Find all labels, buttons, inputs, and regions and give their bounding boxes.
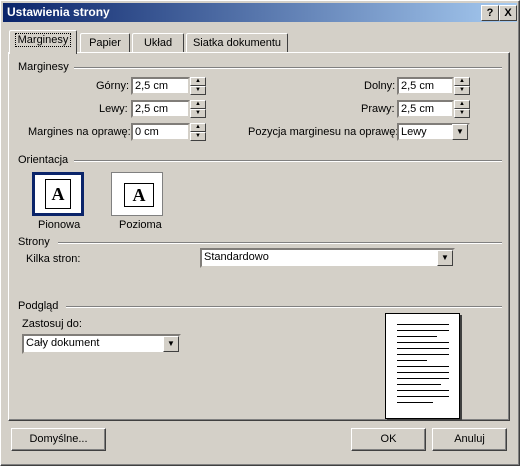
gutter-spinner[interactable]: ▲ ▼	[190, 123, 206, 141]
tab-layout[interactable]: Układ	[132, 33, 184, 53]
orientation-group-line	[74, 160, 502, 162]
portrait-label: Pionowa	[38, 219, 81, 231]
pages-group-line	[58, 242, 502, 244]
help-button[interactable]: ?	[481, 5, 499, 21]
tab-document-grid[interactable]: Siatka dokumentu	[186, 33, 288, 53]
landscape-label: Pozioma	[119, 219, 162, 231]
bottom-margin-spinner[interactable]: ▲ ▼	[454, 77, 470, 95]
gutter-input[interactable]: 0 cm	[131, 123, 190, 141]
close-button[interactable]: X	[499, 5, 517, 21]
top-margin-label: Górny:	[96, 80, 130, 92]
right-margin-label: Prawy:	[361, 103, 395, 115]
preview-group-line	[66, 306, 502, 308]
pages-group-label: Strony	[18, 236, 54, 248]
tab-paper[interactable]: Papier	[80, 33, 130, 53]
gutter-position-value: Lewy	[401, 126, 427, 138]
left-margin-label: Lewy:	[99, 103, 128, 115]
margins-group-label: Marginesy	[18, 61, 73, 73]
apply-to-label: Zastosuj do:	[22, 318, 82, 330]
margins-group-line	[74, 67, 502, 69]
dialog-title: Ustawienia strony	[7, 5, 110, 19]
tab-margins[interactable]: Marginesy	[9, 30, 77, 54]
ok-button[interactable]: OK	[351, 428, 426, 451]
portrait-option[interactable]: A	[32, 172, 84, 216]
cancel-button[interactable]: Anuluj	[432, 428, 507, 451]
page-preview	[385, 313, 460, 419]
title-bar: Ustawienia strony ? X	[3, 3, 517, 22]
right-margin-input[interactable]: 2,5 cm	[397, 100, 454, 118]
multiple-pages-dropdown-arrow[interactable]: ▼	[437, 250, 453, 266]
top-margin-spinner[interactable]: ▲ ▼	[190, 77, 206, 95]
apply-to-select[interactable]: Cały dokument	[22, 334, 181, 354]
tab-margins-label: Marginesy	[14, 33, 72, 47]
gutter-position-label: Pozycja marginesu na oprawę:	[248, 126, 399, 138]
multiple-pages-label: Kilka stron:	[26, 253, 81, 265]
bottom-margin-label: Dolny:	[364, 80, 396, 92]
gutter-label: Margines na oprawę:	[28, 126, 131, 138]
portrait-page-icon: A	[45, 179, 71, 209]
bottom-margin-input[interactable]: 2,5 cm	[397, 77, 454, 95]
left-margin-spinner[interactable]: ▲ ▼	[190, 100, 206, 118]
multiple-pages-value: Standardowo	[204, 251, 269, 263]
preview-group-label: Podgląd	[18, 300, 63, 312]
right-margin-spinner[interactable]: ▲ ▼	[454, 100, 470, 118]
orientation-group-label: Orientacja	[18, 154, 73, 166]
left-margin-input[interactable]: 2,5 cm	[131, 100, 190, 118]
apply-to-dropdown-arrow[interactable]: ▼	[163, 336, 179, 352]
landscape-option[interactable]: A	[111, 172, 163, 216]
landscape-page-icon: A	[124, 183, 154, 207]
top-margin-input[interactable]: 2,5 cm	[131, 77, 190, 95]
multiple-pages-select[interactable]: Standardowo	[200, 248, 455, 268]
gutter-position-dropdown-arrow[interactable]: ▼	[452, 124, 468, 140]
default-button[interactable]: Domyślne...	[11, 428, 106, 451]
apply-to-value: Cały dokument	[26, 337, 100, 349]
